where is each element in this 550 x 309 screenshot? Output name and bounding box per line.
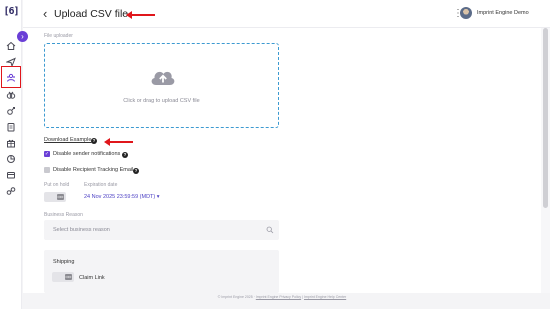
toggle-knob: OFF <box>65 274 72 280</box>
campaigns-icon[interactable] <box>5 89 17 101</box>
download-example-link[interactable]: Download Example <box>44 137 91 143</box>
disable-sender-notifications-label: Disable sender notifications <box>53 151 121 157</box>
claim-link-toggle[interactable]: OFF <box>52 272 74 282</box>
shipping-title: Shipping <box>53 259 75 265</box>
business-reason-label: Business Reason <box>44 212 83 218</box>
avatar[interactable] <box>460 7 472 19</box>
side-nav: [6] <box>0 0 22 309</box>
scrollbar-thumb[interactable] <box>543 28 548 208</box>
file-uploader-label: File uploader <box>44 33 73 39</box>
home-icon[interactable] <box>5 40 17 52</box>
help-icon[interactable]: ? <box>91 138 97 144</box>
main-panel: File uploader Click or drag to upload CS… <box>23 28 541 293</box>
business-reason-placeholder: Select business reason <box>53 227 110 233</box>
top-bar: ‹ Upload CSV file ⋮ Imprint Engine Demo <box>23 0 550 28</box>
search-icon <box>266 226 274 234</box>
page-title: Upload CSV file <box>54 8 129 20</box>
expiration-date-value: 24 Nov 2025 23:59:59 (MDT) <box>84 194 156 200</box>
claim-link-label: Claim Link <box>79 275 105 281</box>
help-icon[interactable]: ? <box>133 168 139 174</box>
catalog-icon[interactable] <box>5 121 17 133</box>
csv-dropzone[interactable]: Click or drag to upload CSV file <box>44 43 279 128</box>
help-icon[interactable]: ? <box>122 152 128 158</box>
put-on-hold-toggle[interactable]: OFF <box>44 192 66 202</box>
user-name[interactable]: Imprint Engine Demo <box>477 10 529 16</box>
cloud-upload-icon <box>151 71 175 85</box>
automation-icon[interactable] <box>5 185 17 197</box>
integrations-icon[interactable] <box>5 105 17 117</box>
disable-sender-notifications-checkbox[interactable]: ✓ <box>44 151 50 157</box>
disable-recipient-tracking-label: Disable Recipient Tracking Email <box>53 167 134 173</box>
brand-logo[interactable]: [6] <box>2 5 20 19</box>
annotation-arrow <box>126 11 155 19</box>
toggle-knob: OFF <box>57 194 64 200</box>
gifts-icon[interactable] <box>5 137 17 149</box>
dropzone-instruction: Click or drag to upload CSV file <box>123 98 200 104</box>
orders-icon[interactable] <box>5 169 17 181</box>
footer: © Imprint Engine 2025 · Imprint Engine P… <box>23 293 541 302</box>
expiration-date-picker[interactable]: 24 Nov 2025 23:59:59 (MDT) ▾ <box>84 194 160 200</box>
chevron-down-icon: ▾ <box>156 194 160 200</box>
annotation-arrow <box>104 138 133 146</box>
privacy-policy-link[interactable]: Imprint Engine Privacy Policy <box>256 295 301 299</box>
shipping-section: Shipping OFF Claim Link <box>44 250 279 293</box>
expiration-date-label: Expiration date <box>84 182 118 188</box>
help-center-link[interactable]: Imprint Engine Help Center <box>304 295 346 299</box>
put-on-hold-label: Put on hold <box>44 182 70 188</box>
expand-sidebar-button[interactable]: › <box>17 31 28 42</box>
analytics-icon[interactable] <box>5 153 17 165</box>
footer-copyright: © Imprint Engine 2025 · <box>217 295 256 299</box>
page-scrollbar[interactable] <box>541 28 550 293</box>
disable-recipient-tracking-checkbox[interactable] <box>44 167 50 173</box>
business-reason-select[interactable]: Select business reason <box>44 220 279 240</box>
back-chevron-icon[interactable]: ‹ <box>43 7 47 21</box>
annotation-box <box>1 66 21 88</box>
